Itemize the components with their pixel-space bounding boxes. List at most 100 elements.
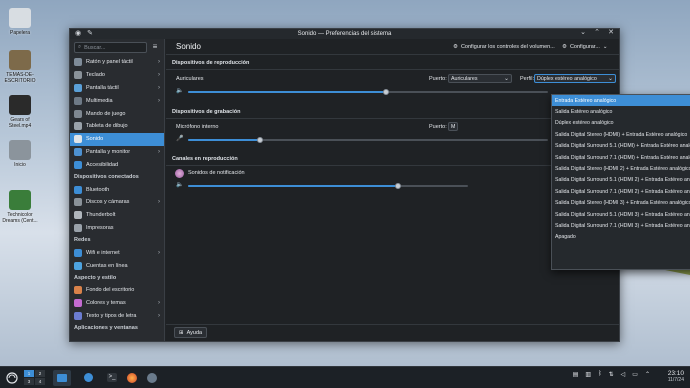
sidebar-item-icon <box>74 135 82 144</box>
sidebar-item-icon <box>74 286 82 295</box>
virtual-desktop-pager[interactable]: 1234 <box>24 370 45 385</box>
sidebar-item[interactable]: Sonido <box>70 132 164 146</box>
clock[interactable]: 23:10 11/7/24 <box>668 370 684 384</box>
desktop-1[interactable]: 1 <box>24 370 34 377</box>
profile-option[interactable]: Salida Digital Stereo (HDMI) + Entrada E… <box>552 129 690 140</box>
sidebar-item-icon <box>74 96 82 105</box>
streams-section-title: Canales en reproducción <box>172 156 238 162</box>
desktop-3[interactable]: 3 <box>24 378 34 385</box>
profile-option[interactable]: Salida Digital Stereo (HDMI 3) + Entrada… <box>552 198 690 209</box>
sidebar-item-icon <box>74 211 82 220</box>
window-titlebar[interactable]: ◉ ✎ Sonido — Preferencias del sistema ⌄ … <box>70 29 619 39</box>
notes-icon[interactable]: ▤ <box>573 371 579 378</box>
taskbar-firefox-icon[interactable] <box>125 370 139 386</box>
profile-option[interactable]: Salida Digital Surround 7.1 (HDMI 3) + E… <box>552 220 690 231</box>
sidebar-item[interactable]: Tableta de dibujo <box>70 120 164 133</box>
taskbar-dolphin-icon[interactable] <box>81 370 95 386</box>
desktop-2[interactable]: 2 <box>35 370 45 377</box>
desktop-icon[interactable]: Inicio <box>0 140 40 168</box>
minimize-icon[interactable]: ⌄ <box>579 29 587 37</box>
microphone-icon[interactable]: 🎤 <box>176 135 183 142</box>
recording-volume-slider[interactable] <box>188 137 548 143</box>
battery-icon[interactable]: ▭ <box>632 371 638 378</box>
playback-volume-slider[interactable] <box>188 89 548 95</box>
app-icon[interactable]: ◉ <box>74 30 82 38</box>
sidebar-item[interactable]: Ratón y panel táctil › <box>70 56 164 69</box>
maximize-icon[interactable]: ⌃ <box>593 29 601 37</box>
sidebar-item-icon <box>74 83 82 92</box>
profile-option[interactable]: Apagado <box>552 232 690 243</box>
desktop-icon[interactable]: Technicolor Dreams (Cent... <box>0 190 40 224</box>
stream-app-name: Sonidos de notificación <box>188 170 245 176</box>
window-title: Sonido — Preferencias del sistema <box>297 31 392 37</box>
sidebar-item[interactable]: Thunderbolt <box>70 209 164 222</box>
recording-section-title: Dispositivos de grabación <box>172 109 241 115</box>
stream-volume-slider[interactable] <box>188 183 468 189</box>
configure-volume-controls-button[interactable]: ⚙ Configurar los controles del volumen..… <box>453 42 555 52</box>
desktop-icon[interactable]: Papelera <box>0 8 40 36</box>
profile-option[interactable]: Salida Digital Surround 7.1 (HDMI 2) + E… <box>552 186 690 197</box>
sidebar-item[interactable]: Accesibilidad <box>70 158 164 171</box>
chevron-right-icon: › <box>158 72 160 79</box>
taskbar-settings-app-icon[interactable] <box>53 369 71 386</box>
notification-app-icon <box>175 169 184 178</box>
image-file-icon <box>9 190 31 210</box>
sidebar-item-label: Sonido <box>86 136 104 143</box>
profile-option[interactable]: Salida Digital Surround 5.1 (HDMI 2) + E… <box>552 175 690 186</box>
speaker-icon[interactable]: 🔈 <box>176 181 183 188</box>
chevron-right-icon: › <box>158 199 160 206</box>
clock-time: 23:10 <box>667 370 684 377</box>
desktop-icon-label: Gears of Steel.mp4 <box>8 117 32 129</box>
profile-option[interactable]: Salida Estéreo analógico <box>552 106 690 117</box>
bluetooth-icon[interactable]: ᛒ <box>598 371 602 378</box>
sidebar-item[interactable]: Discos y cámaras › <box>70 196 164 209</box>
sidebar-item[interactable]: Wifi e internet › <box>70 246 164 259</box>
port-select[interactable]: Auriculares ⌄ <box>448 74 512 83</box>
taskbar-settings-icon[interactable] <box>145 370 159 386</box>
sidebar-item[interactable]: Pantalla y monitor › <box>70 146 164 159</box>
taskbar-terminal-icon[interactable]: >_ <box>105 370 119 386</box>
sidebar-item-label: Impresoras <box>86 224 114 231</box>
profile-option[interactable]: Salida Digital Stereo (HDMI 2) + Entrada… <box>552 163 690 174</box>
desktop-4[interactable]: 4 <box>35 378 45 385</box>
chevron-right-icon: › <box>158 249 160 256</box>
expand-tray-icon[interactable]: ⌃ <box>645 371 650 378</box>
sidebar-item[interactable]: Mando de juego <box>70 107 164 120</box>
sidebar-item-label: Tableta de dibujo <box>86 123 128 130</box>
search-input[interactable]: ⌕ Buscar... <box>74 42 147 53</box>
sidebar-item[interactable]: Bluetooth <box>70 183 164 196</box>
gear-icon: ⚙ <box>562 44 567 50</box>
sidebar-item-icon <box>74 223 82 232</box>
profile-option[interactable]: Entrada Estéreo analógico <box>552 95 690 107</box>
sidebar-item[interactable]: Multimedia › <box>70 94 164 107</box>
sidebar-item[interactable]: Fondo del escritorio <box>70 284 164 297</box>
chevron-right-icon: › <box>158 300 160 307</box>
close-icon[interactable]: ✕ <box>607 29 615 37</box>
desktop-icon[interactable]: Gears of Steel.mp4 <box>0 95 40 129</box>
chevron-right-icon: › <box>158 148 160 155</box>
profile-option[interactable]: Salida Digital Surround 5.1 (HDMI) + Ent… <box>552 141 690 152</box>
sidebar-item[interactable]: Impresoras <box>70 222 164 235</box>
profile-option[interactable]: Dúplex estéreo analógico <box>552 118 690 129</box>
profile-select[interactable]: Dúplex estéreo analógico ⌄ <box>534 74 616 83</box>
volume-icon[interactable]: ◁ <box>621 371 626 378</box>
desktop-icon[interactable]: TEMAS-DE-ESCRITORIO <box>0 50 40 84</box>
network-icon[interactable]: ⇅ <box>609 371 614 378</box>
sidebar-item[interactable]: Texto y tipos de letra › <box>70 310 164 323</box>
speaker-icon[interactable]: 🔈 <box>176 87 183 94</box>
sidebar-item-label: Thunderbolt <box>86 212 116 219</box>
sidebar-item-label: Fondo del escritorio <box>86 287 135 294</box>
sidebar-item[interactable]: Pantalla táctil › <box>70 82 164 95</box>
sidebar-item[interactable]: Cuentas en línea <box>70 259 164 272</box>
pin-icon[interactable]: ✎ <box>86 30 94 38</box>
clipboard-icon[interactable]: ▥ <box>585 371 591 378</box>
profile-option[interactable]: Salida Digital Surround 7.1 (HDMI) + Ent… <box>552 152 690 163</box>
sidebar-item[interactable]: Teclado › <box>70 69 164 82</box>
hamburger-menu-icon[interactable]: ≡ <box>150 42 160 53</box>
sidebar-item[interactable]: Colores y temas › <box>70 297 164 310</box>
configure-button[interactable]: ⚙ Configurar... ⌄ <box>562 42 608 52</box>
recording-port-select[interactable]: M <box>448 122 458 131</box>
profile-option[interactable]: Salida Digital Surround 5.1 (HDMI 3) + E… <box>552 209 690 220</box>
help-button[interactable]: ⊞ Ayuda <box>174 327 208 338</box>
app-launcher-icon[interactable] <box>4 370 20 386</box>
